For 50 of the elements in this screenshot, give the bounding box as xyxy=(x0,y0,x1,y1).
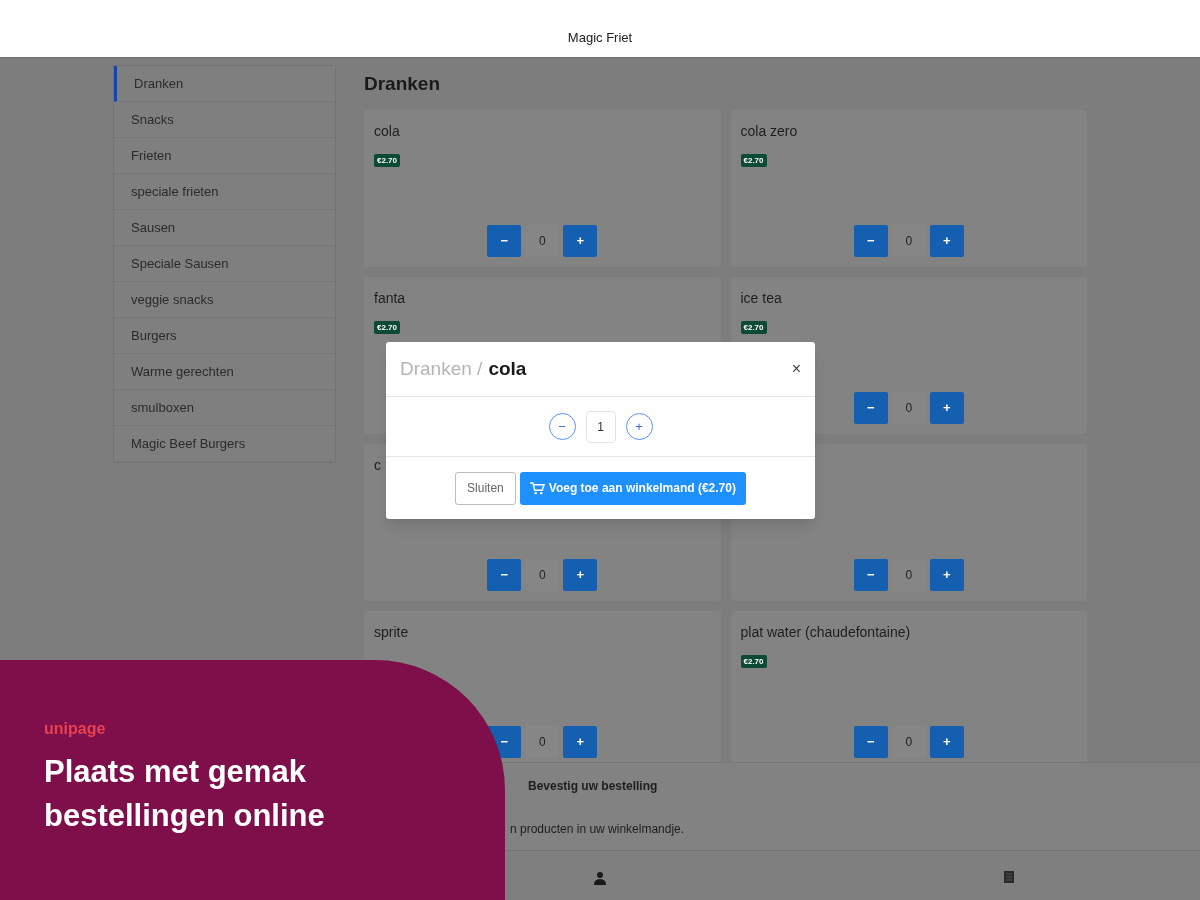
sidebar-item[interactable]: smulboxen xyxy=(114,390,335,426)
sidebar-item[interactable]: Burgers xyxy=(114,318,335,354)
minus-button[interactable]: − xyxy=(853,559,888,591)
product-name: cola zero xyxy=(740,122,798,140)
breadcrumb-text: Dranken / xyxy=(400,356,483,381)
product-name: plat water (chaudefontaine) xyxy=(740,623,911,641)
price-tag: €2.70 xyxy=(740,321,767,334)
plus-button[interactable]: + xyxy=(563,225,598,257)
sidebar-item[interactable]: Warme gerechten xyxy=(114,354,335,390)
minus-button[interactable]: − xyxy=(853,726,888,758)
sidebar-item[interactable]: speciale frieten xyxy=(114,174,335,210)
close-dialog-button[interactable]: Sluiten xyxy=(455,471,516,505)
sidebar-item[interactable]: veggie snacks xyxy=(114,282,335,318)
sidebar-item[interactable]: Frieten xyxy=(114,138,335,174)
brand-logo: unipage xyxy=(44,720,107,738)
price-tag: €2.70 xyxy=(374,321,401,334)
section-title: Dranken xyxy=(364,72,442,96)
sidebar-item[interactable]: Snacks xyxy=(114,102,335,138)
cart-icon xyxy=(529,481,545,495)
plus-button[interactable]: + xyxy=(929,726,964,758)
cart-message: n producten in uw winkelmandje. xyxy=(510,821,685,838)
price-tag: €2.70 xyxy=(740,154,767,167)
plus-button[interactable]: + xyxy=(929,392,964,424)
minus-button[interactable]: − xyxy=(853,225,888,257)
product-name: cola xyxy=(374,122,400,140)
minus-button[interactable]: − xyxy=(487,225,522,257)
plus-button[interactable]: + xyxy=(929,559,964,591)
price-tag: €2.70 xyxy=(740,655,767,668)
plus-button[interactable]: + xyxy=(563,559,598,591)
sidebar-item[interactable]: Speciale Sausen xyxy=(114,246,335,282)
product-name: ice tea xyxy=(740,289,782,307)
add-to-cart-button[interactable]: Voeg toe aan winkelmand (€2.70) xyxy=(519,471,746,505)
sidebar-item[interactable]: Dranken xyxy=(114,66,335,102)
promo-headline: Plaats met gemak bestellingen online xyxy=(44,753,326,835)
close-button[interactable]: × xyxy=(791,361,801,377)
minus-button[interactable]: − xyxy=(487,559,522,591)
product-name: c xyxy=(374,456,381,474)
quantity-field[interactable]: 1 xyxy=(585,410,616,443)
modal-title: cola xyxy=(488,356,527,381)
app-title: Magic Friet xyxy=(567,28,633,47)
product-name: sprite xyxy=(374,623,409,641)
order-title: Bevestig uw bestelling xyxy=(528,778,658,795)
product-name: fanta xyxy=(374,289,406,307)
price-tag: €2.70 xyxy=(374,154,401,167)
plus-button[interactable]: + xyxy=(929,225,964,257)
sidebar-item[interactable]: Magic Beef Burgers xyxy=(114,426,335,462)
minus-button[interactable]: − xyxy=(853,392,888,424)
plus-button[interactable]: + xyxy=(563,726,598,758)
person-icon[interactable] xyxy=(594,871,606,885)
sidebar-item[interactable]: Sausen xyxy=(114,210,335,246)
